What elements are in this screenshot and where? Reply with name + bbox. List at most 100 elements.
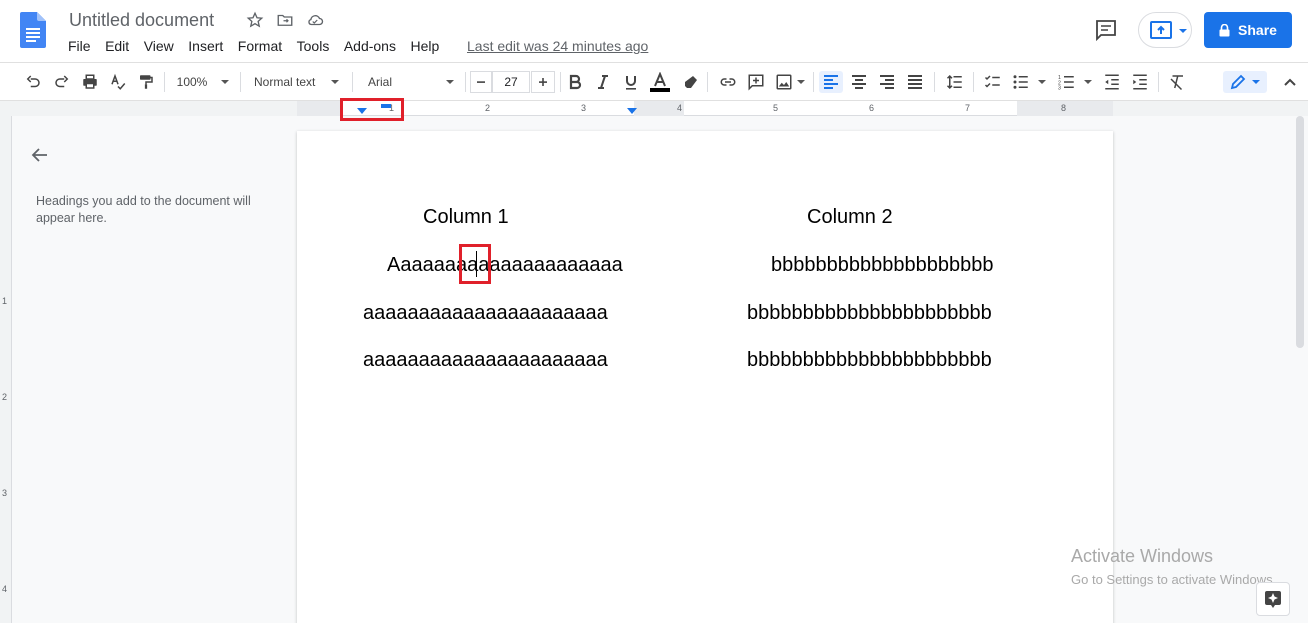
menu-insert[interactable]: Insert xyxy=(188,38,223,54)
ruler-number: 4 xyxy=(677,103,683,113)
italic-icon[interactable] xyxy=(592,71,614,93)
scrollbar[interactable] xyxy=(1296,116,1304,348)
ruler-number: 7 xyxy=(965,103,971,113)
paragraph-style-select[interactable]: Normal text xyxy=(248,71,346,93)
decrease-font-size-button[interactable] xyxy=(470,71,492,93)
text-color-icon[interactable] xyxy=(648,71,672,93)
explore-button[interactable] xyxy=(1256,582,1290,616)
docs-logo-icon[interactable] xyxy=(20,12,46,48)
toolbar-divider xyxy=(813,72,814,92)
increase-indent-icon[interactable] xyxy=(1129,71,1151,93)
toolbar-divider xyxy=(973,72,974,92)
font-size-input[interactable]: 27 xyxy=(492,71,530,93)
line-spacing-icon[interactable] xyxy=(943,71,967,93)
checklist-icon[interactable] xyxy=(982,71,1004,93)
menu-format[interactable]: Format xyxy=(238,38,282,54)
increase-font-size-button[interactable] xyxy=(531,71,555,93)
menu-tools[interactable]: Tools xyxy=(297,38,330,54)
column-2-heading[interactable]: Column 2 xyxy=(807,206,893,229)
menu-edit[interactable]: Edit xyxy=(105,38,129,54)
column-1-heading[interactable]: Column 1 xyxy=(423,206,509,229)
add-comment-icon[interactable] xyxy=(745,71,767,93)
chevron-down-icon xyxy=(1084,80,1092,84)
minus-icon xyxy=(477,81,485,83)
chevron-down-icon xyxy=(446,80,455,84)
star-icon[interactable] xyxy=(246,11,264,29)
column-1-line[interactable]: aaaaaaaaaaaaaaaaaaaaaa xyxy=(363,349,608,372)
cloud-saved-icon[interactable] xyxy=(306,11,324,29)
document-title[interactable]: Untitled document xyxy=(69,10,214,31)
last-edit-link[interactable]: Last edit was 24 minutes ago xyxy=(467,38,648,54)
ruler-number: 3 xyxy=(2,488,8,498)
present-button[interactable] xyxy=(1138,12,1192,48)
insert-image-icon[interactable] xyxy=(773,71,807,93)
print-icon[interactable] xyxy=(79,71,101,93)
style-value: Normal text xyxy=(254,75,316,89)
ruler-margin-left xyxy=(297,101,342,116)
zoom-select[interactable]: 100% xyxy=(172,71,234,93)
toolbar-divider xyxy=(352,72,353,92)
editing-mode-select[interactable] xyxy=(1223,71,1267,93)
toolbar: 100% Normal text Arial 27 1 2 3 xyxy=(0,62,1308,101)
decrease-indent-icon[interactable] xyxy=(1101,71,1123,93)
column-2-line[interactable]: bbbbbbbbbbbbbbbbbbbb xyxy=(771,254,993,277)
ruler-number: 8 xyxy=(1061,103,1067,113)
column-1-line[interactable]: Aaaaaaaaaaaaaaaaaaaaa xyxy=(387,254,623,277)
ruler-number: 1 xyxy=(2,296,8,306)
redo-icon[interactable] xyxy=(51,71,73,93)
right-indent-marker[interactable] xyxy=(627,108,637,114)
spellcheck-icon[interactable] xyxy=(107,71,129,93)
highlight-color-icon[interactable] xyxy=(679,71,701,93)
chevron-down-icon xyxy=(797,80,805,84)
present-icon xyxy=(1150,21,1172,39)
vertical-ruler[interactable]: 1 2 3 4 xyxy=(0,116,12,623)
column-1-line[interactable]: aaaaaaaaaaaaaaaaaaaaaa xyxy=(363,302,608,325)
indent-marker-highlight xyxy=(340,98,404,121)
lock-icon xyxy=(1219,23,1230,36)
activate-windows-subtitle: Go to Settings to activate Windows. xyxy=(1071,572,1277,587)
font-value: Arial xyxy=(368,75,393,89)
menu-file[interactable]: File xyxy=(68,38,91,54)
collapse-toolbar-icon[interactable] xyxy=(1280,71,1300,93)
horizontal-ruler[interactable]: 1 2 3 4 5 6 7 8 xyxy=(297,101,1113,116)
bold-icon[interactable] xyxy=(564,71,586,93)
toolbar-divider xyxy=(240,72,241,92)
paint-format-icon[interactable] xyxy=(135,71,157,93)
document-page[interactable]: Column 1 Column 2 Aaaaaaaaaaaaaaaaaaaaa … xyxy=(297,131,1113,623)
ruler-number: 3 xyxy=(581,103,587,113)
align-center-icon[interactable] xyxy=(848,71,870,93)
plus-icon xyxy=(539,78,547,86)
chevron-down-icon xyxy=(1179,29,1187,33)
ruler-number: 5 xyxy=(773,103,779,113)
align-left-icon[interactable] xyxy=(819,71,843,93)
arrow-back-icon[interactable] xyxy=(30,145,50,165)
align-right-icon[interactable] xyxy=(876,71,898,93)
menu-view[interactable]: View xyxy=(144,38,174,54)
outline-empty-text: Headings you add to the document will ap… xyxy=(36,194,251,225)
clear-formatting-icon[interactable] xyxy=(1166,71,1188,93)
header: Untitled document File Edit View Insert … xyxy=(0,0,1308,62)
underline-icon[interactable] xyxy=(620,71,642,93)
menu-help[interactable]: Help xyxy=(410,38,439,54)
menu-addons[interactable]: Add-ons xyxy=(344,38,396,54)
undo-icon[interactable] xyxy=(22,71,44,93)
insert-link-icon[interactable] xyxy=(717,71,739,93)
cursor-highlight xyxy=(459,244,491,284)
ruler-number: 6 xyxy=(869,103,875,113)
column-2-line[interactable]: bbbbbbbbbbbbbbbbbbbbbb xyxy=(747,302,992,325)
font-select[interactable]: Arial xyxy=(360,71,460,93)
docs-app: Untitled document File Edit View Insert … xyxy=(0,0,1308,623)
justify-icon[interactable] xyxy=(904,71,926,93)
move-folder-icon[interactable] xyxy=(276,11,294,29)
menu-bar: File Edit View Insert Format Tools Add-o… xyxy=(68,38,454,54)
toolbar-divider xyxy=(707,72,708,92)
explore-icon xyxy=(1265,591,1281,608)
column-2-line[interactable]: bbbbbbbbbbbbbbbbbbbbbb xyxy=(747,349,992,372)
pencil-icon xyxy=(1230,74,1246,90)
toolbar-divider xyxy=(934,72,935,92)
comment-history-icon[interactable] xyxy=(1094,18,1118,42)
svg-text:3: 3 xyxy=(1058,86,1061,92)
bulleted-list-icon[interactable] xyxy=(1010,71,1048,93)
share-button[interactable]: Share xyxy=(1204,12,1292,48)
numbered-list-icon[interactable]: 123 xyxy=(1056,71,1094,93)
